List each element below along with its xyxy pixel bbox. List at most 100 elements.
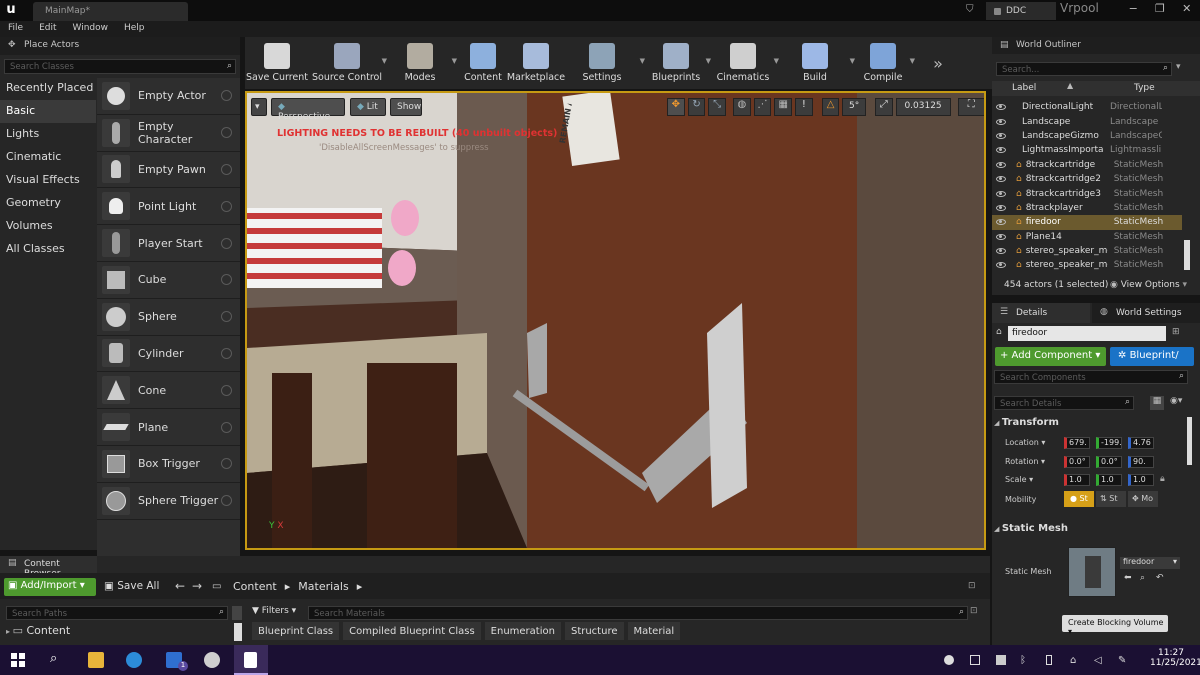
place-actors-tab[interactable]: ✥ Place Actors [0,37,240,55]
location-x-field[interactable]: 679. [1064,437,1090,449]
category-lights[interactable]: Lights [0,123,96,146]
world-space-icon[interactable]: ◍ [733,98,751,116]
outliner-scrollbar[interactable] [1184,240,1190,270]
menu-file[interactable]: File [0,21,31,37]
scale-z-field[interactable]: 1.0 [1128,474,1154,486]
rotation-snap-icon[interactable]: △ [821,98,840,116]
actor-sphere[interactable]: Sphere [97,299,240,336]
search-materials-input[interactable]: Search Materials ⌕ [308,606,968,620]
world-outliner-tab[interactable]: ▤ World Outliner [992,37,1200,54]
outliner-row[interactable]: ⌂ 8trackcartridge3 StaticMesh [992,186,1182,200]
property-matrix-icon[interactable]: ▦ [1150,396,1164,410]
actor-plane[interactable]: Plane [97,409,240,446]
search-icon[interactable]: ⌕ [50,651,57,666]
visibility-eye-icon[interactable] [996,104,1006,111]
save-current-button[interactable]: Save Current [245,37,309,89]
level-viewport[interactable]: ▾ ◆ Perspective ◆ Lit Show LIGHTING NEED… [245,91,986,550]
visibility-eye-icon[interactable] [996,132,1006,139]
mobility-movable-button[interactable]: ✥ Mo [1128,491,1158,507]
actor-empty-pawn[interactable]: Empty Pawn [97,152,240,189]
scale-snap-icon[interactable]: ⤢ [874,98,893,116]
browse-search-icon[interactable]: ⌕ [1140,573,1145,583]
actor-cylinder[interactable]: Cylinder [97,336,240,373]
source-control-button[interactable]: Source Control ▼ [309,37,387,89]
column-label[interactable]: Label [1012,83,1036,93]
file-explorer-icon[interactable] [88,652,104,668]
create-blocking-volume-button[interactable]: Create Blocking Volume ▾ [1062,615,1168,636]
scale-y-field[interactable]: 1.0 [1096,474,1122,486]
lock-scale-icon[interactable]: 🔒︎ [1160,474,1165,484]
surface-snap-icon[interactable]: ⋰ [753,98,772,116]
actor-cone[interactable]: Cone [97,372,240,410]
menu-window[interactable]: Window [65,21,117,37]
outliner-settings-icon[interactable]: ▾ [1176,62,1190,76]
outliner-row[interactable]: ⌂ Plane14 StaticMesh [992,230,1182,244]
save-search-icon[interactable]: ⊡ [970,606,978,616]
category-basic[interactable]: Basic [0,100,96,123]
actor-cube[interactable]: Cube [97,262,240,299]
rotation-x-field[interactable]: 0.0° [1064,456,1090,468]
mesh-selector[interactable]: firedoor ▾ [1120,557,1180,569]
lock-icon[interactable]: ⊡ [968,581,976,591]
level-tab[interactable]: MainMap* [33,2,188,21]
visibility-eye-icon[interactable] [996,147,1006,154]
info-icon[interactable] [221,384,232,396]
search-classes-input[interactable]: Search Classes ⌕ [4,59,236,74]
network-icon[interactable]: ⌂ [1070,655,1080,666]
outliner-row[interactable]: ⌂ 8trackplayer StaticMesh [992,201,1182,215]
visibility-eye-icon[interactable] [996,262,1006,269]
toolbar-overflow-button[interactable]: » [913,37,963,89]
blueprints-button[interactable]: Blueprints ▼ [643,37,711,89]
visibility-eye-icon[interactable] [996,248,1006,255]
build-button[interactable]: Build ▼ [777,37,855,89]
add-component-button[interactable]: + Add Component ▾ [995,347,1106,366]
camera-speed-value[interactable]: 0.03125 [895,98,951,116]
volume-icon[interactable]: ◁ [1094,655,1104,666]
info-icon[interactable] [221,347,232,359]
category-geometry[interactable]: Geometry [0,192,96,215]
add-import-button[interactable]: ▣ Add/Import ▾ [4,578,96,596]
info-icon[interactable] [221,127,232,139]
outliner-row[interactable]: ⌂ stereo_speaker_me StaticMesh [992,244,1182,258]
maximize-button[interactable]: ❐ [1155,2,1165,20]
actor-box-trigger[interactable]: Box Trigger [97,446,240,483]
visibility-eye-icon[interactable] [996,176,1006,183]
mesh-thumbnail[interactable] [1068,547,1116,597]
visibility-eye-icon[interactable] [996,190,1006,197]
static-mesh-section[interactable]: ◢ Static Mesh [994,523,1068,534]
mobility-static-button[interactable]: ● St [1064,491,1094,507]
visibility-eye-icon[interactable] [996,233,1006,240]
scale-icon[interactable]: ⤡ [708,98,727,116]
back-arrow-icon[interactable]: ← [175,579,185,593]
perspective-button[interactable]: ◆ Perspective [271,98,345,122]
visibility-eye-icon[interactable] [996,118,1006,125]
content-button[interactable]: Content [455,37,511,89]
menu-edit[interactable]: Edit [31,21,64,37]
actor-name-field[interactable]: firedoor [1008,326,1166,341]
search-components-input[interactable]: Search Components ⌕ [994,370,1188,384]
outliner-row[interactable]: ⌂ 8trackcartridge StaticMesh [992,158,1182,172]
info-icon[interactable] [221,495,232,507]
location-y-field[interactable]: -199. [1096,437,1122,449]
lit-button[interactable]: ◆ Lit [350,98,386,116]
filters-button[interactable]: ▼ Filters ▾ [252,606,304,620]
outliner-row[interactable]: ⌂ stereo_speaker_me StaticMesh [992,258,1182,272]
ddc-indicator[interactable]: DDC [986,2,1056,20]
paths-options-icon[interactable] [232,606,242,620]
maximize-viewport-icon[interactable]: ⛶ [957,98,984,116]
active-app-tab[interactable] [234,645,268,675]
content-browser-tab[interactable]: ▤Content Browser [0,556,97,579]
view-options-button[interactable]: ◉ View Options ▾ [1110,280,1187,290]
display-icon[interactable] [970,655,980,665]
actor-sphere-trigger[interactable]: Sphere Trigger [97,483,240,520]
grid-snap-icon[interactable]: ▦ [774,98,793,116]
paths-scrollbar[interactable] [234,623,242,641]
rotate-icon[interactable]: ↻ [687,98,706,116]
info-icon[interactable] [221,311,232,323]
sort-ascending-icon[interactable]: ▲ [1067,81,1073,90]
mobility-stationary-button[interactable]: ⇅ St [1096,491,1126,507]
notification-icon[interactable]: ⛉ [966,4,978,15]
filter-chip[interactable]: Blueprint Class [252,622,340,640]
breadcrumb-materials[interactable]: Materials [298,580,348,593]
transform-section[interactable]: ◢ Transform [994,417,1059,428]
